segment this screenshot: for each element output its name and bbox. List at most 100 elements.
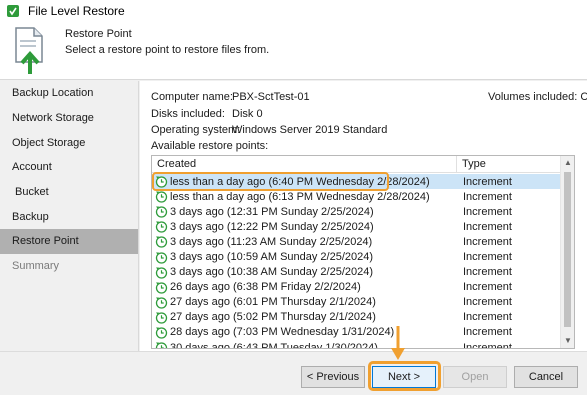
cell-type: Increment	[463, 341, 512, 349]
cell-type: Increment	[463, 281, 512, 294]
veeam-icon	[7, 5, 19, 17]
cell-created: 27 days ago (6:01 PM Thursday 2/1/2024)	[152, 296, 457, 309]
scroll-up-icon[interactable]: ▲	[561, 156, 574, 170]
cell-created: 3 days ago (11:23 AM Sunday 2/25/2024)	[152, 235, 457, 249]
step-object-storage[interactable]: Object Storage	[0, 130, 138, 155]
computer-name-value: PBX-SctTest-01	[232, 91, 310, 103]
volumes-value: C	[580, 91, 587, 103]
available-points-label: Available restore points:	[151, 140, 269, 152]
step-backup[interactable]: Backup	[0, 204, 138, 229]
created-text: 26 days ago (6:38 PM Friday 2/2/2024)	[170, 281, 361, 294]
computer-name-row: Computer name: PBX-SctTest-01	[151, 91, 310, 103]
disks-row: Disks included: Disk 0	[151, 108, 263, 120]
table-row[interactable]: 3 days ago (11:23 AM Sunday 2/25/2024) In…	[152, 234, 561, 249]
step-backup-location[interactable]: Backup Location	[0, 81, 138, 106]
table-row[interactable]: 28 days ago (7:03 PM Wednesday 1/31/2024…	[152, 325, 561, 340]
os-value: Windows Server 2019 Standard	[232, 124, 388, 136]
created-text: 3 days ago (11:23 AM Sunday 2/25/2024)	[170, 235, 373, 248]
restore-point-clock-icon	[155, 191, 168, 203]
restore-point-clock-icon	[155, 327, 168, 339]
cell-created: 26 days ago (6:38 PM Friday 2/2/2024)	[152, 281, 457, 294]
restore-point-clock-icon	[155, 297, 168, 309]
step-summary: Summary	[12, 260, 60, 273]
created-text: 3 days ago (12:22 PM Sunday 2/25/2024)	[170, 220, 374, 233]
restore-point-clock-icon	[155, 251, 168, 264]
restore-point-clock-icon	[155, 312, 168, 324]
created-text: 28 days ago (7:03 PM Wednesday 1/31/2024…	[170, 326, 395, 339]
previous-button[interactable]: < Previous	[301, 366, 365, 388]
cell-type: Increment	[463, 311, 512, 324]
cancel-button[interactable]: Cancel	[514, 366, 578, 388]
wizard-footer: < Previous Next > Open Cancel	[0, 351, 587, 395]
os-label: Operating system:	[151, 124, 241, 136]
page-title: Restore Point	[65, 28, 132, 40]
cell-type: Increment	[463, 190, 512, 203]
cell-type: Increment	[463, 175, 512, 188]
cell-type: Increment	[463, 205, 512, 218]
volumes-label: Volumes included:	[488, 91, 578, 103]
table-row[interactable]: less than a day ago (6:13 PM Wednesday 2…	[152, 189, 561, 204]
disks-value: Disk 0	[232, 108, 263, 120]
column-type[interactable]: Type	[457, 156, 561, 172]
scrollbar-thumb[interactable]	[564, 172, 571, 327]
cell-created: less than a day ago (6:40 PM Wednesday 2…	[152, 175, 457, 188]
next-button[interactable]: Next >	[372, 366, 436, 388]
computer-name-label: Computer name:	[151, 91, 233, 103]
restore-point-clock-icon	[155, 206, 168, 218]
cell-type: Increment	[463, 251, 512, 264]
volumes-row: Volumes included: C	[488, 91, 587, 103]
restore-point-clock-icon	[155, 176, 168, 188]
cell-type: Increment	[463, 266, 512, 279]
table-row[interactable]: less than a day ago (6:40 PM Wednesday 2…	[152, 174, 561, 190]
cell-type: Increment	[463, 326, 512, 339]
cell-created: 3 days ago (10:59 AM Sunday 2/25/2024)	[152, 251, 457, 264]
wizard-header: Restore Point Select a restore point to …	[0, 22, 587, 80]
created-text: less than a day ago (6:40 PM Wednesday 2…	[170, 175, 430, 188]
created-text: 3 days ago (10:59 AM Sunday 2/25/2024)	[170, 251, 374, 264]
title-bar: File Level Restore	[0, 0, 587, 22]
created-text: 3 days ago (12:31 PM Sunday 2/25/2024)	[170, 205, 374, 218]
table-row[interactable]: 27 days ago (5:02 PM Thursday 2/1/2024) I…	[152, 310, 561, 325]
table-row[interactable]: 3 days ago (10:59 AM Sunday 2/25/2024) In…	[152, 249, 561, 264]
table-row[interactable]: 3 days ago (12:22 PM Sunday 2/25/2024) In…	[152, 219, 561, 234]
step-restore-point[interactable]: Restore Point	[0, 229, 138, 254]
table-row[interactable]: 30 days ago (6:43 PM Tuesday 1/30/2024) I…	[152, 340, 561, 349]
cell-type: Increment	[463, 235, 512, 248]
window-title: File Level Restore	[28, 4, 125, 18]
cell-type: Increment	[463, 296, 512, 309]
restore-point-clock-icon	[155, 221, 168, 233]
created-text: 3 days ago (10:38 AM Sunday 2/25/2024)	[170, 266, 374, 279]
step-account[interactable]: Account	[0, 155, 138, 180]
scroll-down-icon[interactable]: ▼	[561, 334, 574, 348]
step-bucket[interactable]: Bucket	[0, 180, 138, 205]
table-row[interactable]: 3 days ago (10:38 AM Sunday 2/25/2024) In…	[152, 265, 561, 280]
restore-points-table[interactable]: Created Type less than a day ago (6:40 P…	[151, 155, 575, 349]
cell-created: 3 days ago (12:22 PM Sunday 2/25/2024)	[152, 220, 457, 233]
table-body: less than a day ago (6:40 PM Wednesday 2…	[152, 174, 561, 349]
table-row[interactable]: 3 days ago (12:31 PM Sunday 2/25/2024) In…	[152, 204, 561, 219]
restore-document-icon	[15, 27, 43, 74]
wizard-steps: Backup Location Network Storage Object S…	[0, 81, 139, 351]
cell-type: Increment	[463, 220, 512, 233]
restore-point-clock-icon	[155, 266, 168, 279]
vertical-scrollbar[interactable]: ▲ ▼	[560, 156, 574, 348]
created-text: 27 days ago (6:01 PM Thursday 2/1/2024)	[170, 296, 376, 309]
created-text: 27 days ago (5:02 PM Thursday 2/1/2024)	[170, 311, 376, 324]
disks-label: Disks included:	[151, 108, 225, 120]
open-button: Open	[443, 366, 507, 388]
restore-point-clock-icon	[155, 282, 168, 294]
os-row: Operating system: Windows Server 2019 St…	[151, 124, 387, 136]
restore-point-panel: Computer name: PBX-SctTest-01 Volumes in…	[140, 81, 587, 351]
cell-created: 27 days ago (5:02 PM Thursday 2/1/2024)	[152, 311, 457, 324]
step-network-storage[interactable]: Network Storage	[0, 106, 138, 131]
cell-created: less than a day ago (6:13 PM Wednesday 2…	[152, 190, 457, 203]
restore-point-clock-icon	[155, 342, 168, 348]
column-created[interactable]: Created	[152, 156, 457, 172]
table-row[interactable]: 27 days ago (6:01 PM Thursday 2/1/2024) I…	[152, 295, 561, 310]
table-row[interactable]: 26 days ago (6:38 PM Friday 2/2/2024) Inc…	[152, 280, 561, 295]
page-subtitle: Select a restore point to restore files …	[65, 44, 270, 56]
created-text: less than a day ago (6:13 PM Wednesday 2…	[170, 190, 430, 203]
cell-created: 30 days ago (6:43 PM Tuesday 1/30/2024)	[152, 341, 457, 349]
cell-created: 3 days ago (12:31 PM Sunday 2/25/2024)	[152, 205, 457, 218]
created-text: 30 days ago (6:43 PM Tuesday 1/30/2024)	[170, 341, 378, 349]
